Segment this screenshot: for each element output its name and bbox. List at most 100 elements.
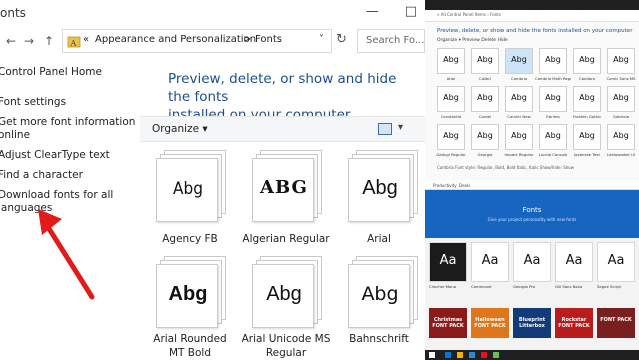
mini-font-name: Corbel: [478, 114, 492, 119]
mini-font-sample: Abg: [511, 93, 527, 102]
taskbar-app-icon[interactable]: [445, 352, 451, 358]
mini-font-name: Constantia: [440, 114, 462, 119]
mini-font-tile[interactable]: Abg: [539, 48, 567, 74]
mini-font-tile[interactable]: Abg: [471, 86, 499, 112]
back-arrow-icon[interactable]: ←: [6, 34, 16, 48]
reference-screenshots: « All Control Panel Items › Fonts Previe…: [425, 0, 639, 360]
store-font-card[interactable]: Aa: [471, 242, 509, 282]
taskbar-app-icon[interactable]: [469, 352, 475, 358]
font-name-bahnschrift: Bahnschrift: [349, 333, 409, 345]
store-font-card[interactable]: Aa: [597, 242, 635, 282]
store-font-name: Georgia Pro: [513, 284, 536, 289]
font-name-arial: Arial: [367, 233, 391, 245]
font-name-algerian: Algerian Regular: [242, 233, 330, 245]
view-dropdown-icon[interactable]: ▾: [398, 122, 403, 133]
mini-font-name: Arial: [446, 76, 456, 81]
maximize-icon[interactable]: □: [405, 4, 417, 19]
start-icon[interactable]: [429, 352, 435, 358]
mini-font-tile[interactable]: Abg: [505, 86, 533, 112]
mini-font-tile[interactable]: Abg: [573, 48, 601, 74]
minimize-icon[interactable]: —: [366, 4, 379, 19]
mini-font-name: Gadugi Regular: [436, 152, 466, 157]
mini-font-sample: Abg: [545, 131, 561, 140]
mini-font-tile[interactable]: Abg: [505, 124, 533, 150]
search-placeholder: Search Fo...: [366, 35, 425, 46]
store-font-sample: Aa: [565, 253, 583, 268]
mini-font-tile[interactable]: Abg: [539, 124, 567, 150]
mini-font-tile[interactable]: Abg: [607, 124, 635, 150]
mini-font-name: Gabriola: [613, 114, 629, 119]
breadcrumb-fonts[interactable]: Fonts: [255, 34, 282, 45]
mini-font-tile[interactable]: Abg: [437, 124, 465, 150]
mini-font-tile[interactable]: Abg: [471, 48, 499, 74]
font-tile-agency-fb[interactable]: Abg: [156, 150, 228, 222]
store-tab-productivity[interactable]: Productivity: [433, 183, 457, 188]
mini-font-sample: Abg: [579, 55, 595, 64]
mini-heading: Preview, delete, or show and hide the fo…: [437, 28, 633, 34]
mini-font-tile[interactable]: Abg: [607, 48, 635, 74]
mini-font-tile[interactable]: Abg: [437, 86, 465, 112]
store-font-pack-label: Blueprint Litterbox: [518, 317, 546, 329]
taskbar-app-icon[interactable]: [493, 352, 499, 358]
mini-font-tile[interactable]: Abg: [437, 48, 465, 74]
font-tile-bahnschrift[interactable]: Abg: [348, 256, 420, 328]
store-font-pack[interactable]: Rockstar FONT PACK: [555, 308, 593, 338]
search-input[interactable]: Search Fo...: [357, 29, 425, 53]
mini-font-tile[interactable]: Abg: [505, 48, 533, 74]
font-sample: Abg: [168, 283, 208, 305]
store-font-sample: Aa: [523, 253, 541, 268]
mini-font-tile[interactable]: Abg: [607, 86, 635, 112]
store-banner: Fonts Give your project personality with…: [425, 190, 639, 238]
sidebar-item-get-more-font-info-line2[interactable]: online: [0, 129, 30, 142]
font-name-line-2: Regular: [265, 347, 307, 359]
mini-font-sample: Abg: [545, 93, 561, 102]
font-tile-arial-rounded[interactable]: Abg: [156, 256, 228, 328]
sidebar-item-download-fonts[interactable]: Download fonts for all: [0, 189, 113, 202]
mini-font-name: Georgia: [477, 152, 493, 157]
store-font-pack-label: Halloween FONT PACK: [474, 317, 506, 329]
font-tile-arial-unicode[interactable]: Abg: [252, 256, 324, 328]
sidebar-item-control-panel-home[interactable]: Control Panel Home: [0, 66, 102, 79]
mini-font-sample: Abg: [477, 93, 493, 102]
store-font-pack-label: FONT PACK: [600, 317, 632, 323]
mini-font-tile[interactable]: Abg: [573, 86, 601, 112]
address-dropdown-icon[interactable]: ˅: [319, 34, 324, 45]
breadcrumb-appearance[interactable]: Appearance and Personalization: [95, 34, 256, 45]
mini-font-sample: Abg: [511, 55, 527, 64]
store-tab-deals[interactable]: Deals: [459, 183, 470, 188]
sidebar-item-adjust-cleartype[interactable]: Adjust ClearType text: [0, 149, 110, 162]
font-name-line-1: Arial Rounded: [153, 333, 227, 345]
store-font-card[interactable]: Aa: [513, 242, 551, 282]
taskbar-app-icon[interactable]: [481, 352, 487, 358]
store-font-pack[interactable]: FONT PACK: [597, 308, 635, 338]
store-font-card[interactable]: Aa: [555, 242, 593, 282]
store-font-pack[interactable]: Halloween FONT PACK: [471, 308, 509, 338]
refresh-icon[interactable]: ↻: [336, 32, 347, 47]
up-arrow-icon[interactable]: ↑: [44, 34, 54, 48]
mini-font-name: Candara: [578, 76, 595, 81]
font-tile-algerian[interactable]: ABG: [252, 150, 324, 222]
store-font-card[interactable]: Aa: [429, 242, 467, 282]
address-row: ← → ↑ A « Appearance and Personalization…: [0, 26, 425, 56]
taskbar-app-icon[interactable]: [457, 352, 463, 358]
mini-font-sample: Abg: [579, 131, 595, 140]
address-bar[interactable]: A « Appearance and Personalization > Fon…: [62, 29, 332, 53]
window-title: onts: [0, 6, 26, 20]
store-font-sample: Aa: [607, 253, 625, 268]
organize-button[interactable]: Organize ▾: [152, 123, 208, 135]
sidebar-item-font-settings[interactable]: Font settings: [0, 96, 66, 109]
mini-font-tile[interactable]: Abg: [573, 124, 601, 150]
mini-font-sample: Abg: [579, 93, 595, 102]
sidebar-item-find-character[interactable]: Find a character: [0, 169, 83, 182]
font-sample: Abg: [362, 177, 398, 199]
store-font-pack[interactable]: Christmas FONT PACK: [429, 308, 467, 338]
forward-arrow-icon[interactable]: →: [24, 34, 34, 48]
sidebar-item-get-more-font-info[interactable]: Get more font information: [0, 116, 135, 129]
mini-font-tile[interactable]: Abg: [539, 86, 567, 112]
mini-font-name: Javanese Text: [574, 152, 600, 157]
store-font-pack[interactable]: Blueprint Litterbox: [513, 308, 551, 338]
mini-font-sample: Abg: [477, 55, 493, 64]
view-options-icon[interactable]: [378, 123, 392, 135]
font-tile-arial[interactable]: Abg: [348, 150, 420, 222]
mini-font-tile[interactable]: Abg: [471, 124, 499, 150]
